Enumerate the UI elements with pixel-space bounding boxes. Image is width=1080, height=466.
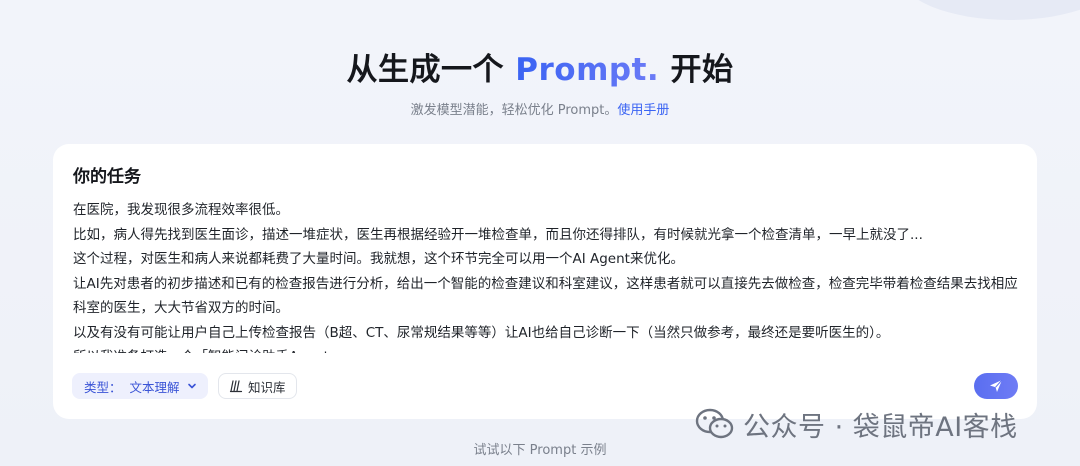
decorative-blob (900, 0, 1080, 20)
examples-label: 试试以下 Prompt 示例 (473, 443, 607, 458)
page-title: 从生成一个 Prompt. 开始 (0, 44, 1080, 89)
task-line: 所以我准备打造一个「智能问诊助手Agent」 (73, 345, 1023, 353)
title-text-right: 开始 (659, 52, 734, 88)
task-line: 这个过程，对医生和病人来说都耗费了大量时间。我就想，这个环节完全可以用一个AI … (73, 251, 684, 267)
title-accent: Prompt. (515, 52, 660, 88)
task-card: 你的任务 在医院，我发现很多流程效率很低。 比如，病人得先找到医生面诊，描述一堆… (53, 144, 1037, 419)
watermark-text: 公众号 · 袋鼠帝AI客栈 (743, 411, 1018, 443)
manual-link[interactable]: 使用手册 (617, 103, 669, 118)
task-card-title: 你的任务 (73, 167, 141, 187)
task-line: 在医院，我发现很多流程效率很低。 (73, 202, 289, 218)
wechat-icon (695, 408, 734, 439)
send-button[interactable] (974, 373, 1018, 399)
knowledge-base-button[interactable]: 知识库 (218, 373, 297, 399)
task-line: 比如，病人得先找到医生面诊，描述一堆症状，医生再根据经验开一堆检查单，而且你还得… (73, 226, 923, 243)
subtitle-text: 激发模型潜能，轻松优化 Prompt。 (410, 103, 618, 118)
knowledge-base-label: 知识库 (248, 379, 286, 395)
title-text-left: 从生成一个 (346, 52, 516, 88)
chevron-down-icon (187, 383, 196, 389)
page-subtitle: 激发模型潜能，轻松优化 Prompt。使用手册 (0, 99, 1080, 118)
type-selector-label: 类型： (84, 379, 122, 395)
book-icon (229, 380, 243, 393)
send-icon (990, 379, 1003, 392)
watermark: 公众号 · 袋鼠帝AI客栈 (695, 404, 1018, 444)
type-selector[interactable]: 类型： 文本理解 (72, 373, 208, 399)
task-line: 让AI先对患者的初步描述和已有的检查报告进行分析，给出一个智能的检查建议和科室建… (73, 275, 1018, 317)
task-input[interactable]: 在医院，我发现很多流程效率很低。 比如，病人得先找到医生面诊，描述一堆症状，医生… (73, 198, 1023, 353)
type-selector-value: 文本理解 (129, 379, 180, 395)
task-line: 以及有没有可能让用户自己上传检查报告（B超、CT、尿常规结果等等）让AI也给自己… (73, 324, 890, 341)
